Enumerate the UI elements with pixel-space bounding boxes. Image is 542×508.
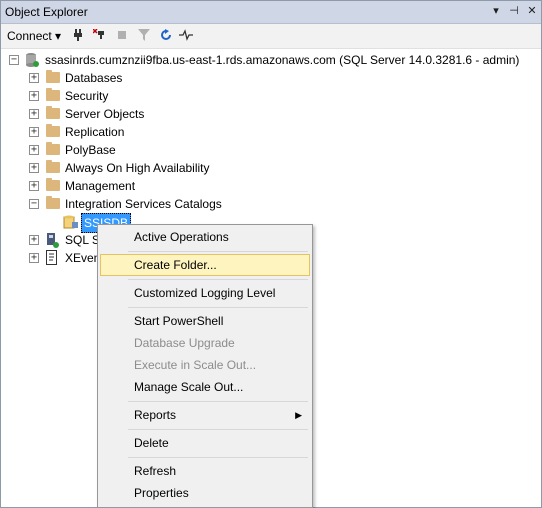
- collapse-icon[interactable]: −: [9, 55, 19, 65]
- menu-item-create-folder[interactable]: Create Folder...: [100, 254, 310, 276]
- connect-icon[interactable]: [71, 28, 85, 42]
- menu-item-manage-scale-out[interactable]: Manage Scale Out...: [100, 376, 310, 398]
- panel-titlebar: Object Explorer ▾ ⊣ ✕: [1, 1, 541, 24]
- panel-title: Object Explorer: [5, 5, 88, 19]
- expand-icon[interactable]: +: [29, 163, 39, 173]
- tree-node-replication[interactable]: + Replication: [1, 123, 541, 141]
- expand-icon[interactable]: +: [29, 253, 39, 263]
- tree-node-label: Integration Services Catalogs: [65, 197, 222, 211]
- folder-icon: [46, 106, 60, 119]
- stop-icon[interactable]: [115, 28, 129, 42]
- tree-node-label: Databases: [65, 71, 123, 85]
- context-menu: Active Operations Create Folder... Custo…: [97, 224, 313, 508]
- tree-node-polybase[interactable]: + PolyBase: [1, 141, 541, 159]
- xevent-label: XEven: [65, 251, 101, 265]
- auto-hide-pin-icon[interactable]: ⊣: [507, 4, 521, 18]
- menu-item-label: Customized Logging Level: [134, 286, 276, 300]
- disconnect-icon[interactable]: [93, 28, 107, 42]
- tree-node-databases[interactable]: + Databases: [1, 69, 541, 87]
- tree-node-label: Replication: [65, 125, 125, 139]
- close-icon[interactable]: ✕: [525, 4, 539, 18]
- tree-node-server-objects[interactable]: + Server Objects: [1, 105, 541, 123]
- expand-icon[interactable]: +: [29, 73, 39, 83]
- menu-item-label: Refresh: [134, 464, 177, 478]
- menu-item-active-operations[interactable]: Active Operations: [100, 226, 310, 248]
- xevent-profiler-icon: [46, 250, 58, 266]
- menu-item-label: Start PowerShell: [134, 314, 224, 328]
- folder-icon: [46, 124, 60, 137]
- menu-item-database-upgrade: Database Upgrade: [100, 332, 310, 354]
- menu-item-label: Create Folder...: [134, 258, 217, 272]
- menu-separator: [128, 401, 308, 402]
- tree-node-security[interactable]: + Security: [1, 87, 541, 105]
- connect-dropdown-button[interactable]: Connect ▾: [7, 29, 61, 43]
- menu-item-label: Reports: [134, 408, 177, 422]
- tree-node-management[interactable]: + Management: [1, 177, 541, 195]
- menu-separator: [128, 457, 308, 458]
- server-label: ssasinrds.cumznzii9fba.us-east-1.rds.ama…: [45, 53, 520, 67]
- expand-icon[interactable]: +: [29, 109, 39, 119]
- submenu-arrow-icon: ▶: [295, 410, 302, 420]
- window-position-icon[interactable]: ▾: [489, 4, 503, 18]
- menu-item-refresh[interactable]: Refresh: [100, 460, 310, 482]
- folder-icon: [46, 88, 60, 101]
- menu-separator: [128, 429, 308, 430]
- collapse-icon[interactable]: −: [29, 199, 39, 209]
- tree-server-node[interactable]: − ssasinrds.cumznzii9fba.us-east-1.rds.a…: [1, 51, 541, 69]
- menu-item-delete[interactable]: Delete: [100, 432, 310, 454]
- folder-icon: [46, 178, 60, 191]
- tree-node-integration-services[interactable]: − Integration Services Catalogs: [1, 195, 541, 213]
- folder-icon: [46, 160, 60, 173]
- expand-icon[interactable]: +: [29, 235, 39, 245]
- tree-node-label: Server Objects: [65, 107, 145, 121]
- menu-item-start-powershell[interactable]: Start PowerShell: [100, 310, 310, 332]
- menu-item-label: Properties: [134, 486, 189, 500]
- menu-item-label: Delete: [134, 436, 169, 450]
- refresh-icon[interactable]: [159, 28, 173, 42]
- filter-icon[interactable]: [137, 28, 151, 42]
- expand-icon[interactable]: +: [29, 181, 39, 191]
- expand-icon[interactable]: +: [29, 91, 39, 101]
- folder-icon: [46, 142, 60, 155]
- menu-item-label: Active Operations: [134, 230, 229, 244]
- menu-separator: [128, 251, 308, 252]
- expand-icon[interactable]: +: [29, 127, 39, 137]
- tree-node-always-on[interactable]: + Always On High Availability: [1, 159, 541, 177]
- menu-item-label: Database Upgrade: [134, 336, 235, 350]
- ssis-catalog-icon: [63, 215, 79, 229]
- menu-item-properties[interactable]: Properties: [100, 482, 310, 504]
- tree-node-label: Always On High Availability: [65, 161, 210, 175]
- menu-item-reports[interactable]: Reports ▶: [100, 404, 310, 426]
- object-explorer-panel: Object Explorer ▾ ⊣ ✕ Connect ▾ − ssasin…: [0, 0, 542, 508]
- menu-item-label: Manage Scale Out...: [134, 380, 244, 394]
- folder-icon: [46, 70, 60, 83]
- folder-icon: [46, 196, 60, 209]
- menu-item-label: Execute in Scale Out...: [134, 358, 257, 372]
- sql-agent-icon: [45, 232, 59, 248]
- menu-item-customized-logging-level[interactable]: Customized Logging Level: [100, 282, 310, 304]
- menu-separator: [128, 307, 308, 308]
- toolbar: Connect ▾: [1, 24, 541, 49]
- expand-icon[interactable]: +: [29, 145, 39, 155]
- tree-node-label: Management: [65, 179, 136, 193]
- tree-node-label: PolyBase: [65, 143, 116, 157]
- server-icon: [25, 52, 39, 68]
- activity-monitor-icon[interactable]: [179, 28, 193, 42]
- menu-separator: [128, 279, 308, 280]
- menu-item-execute-in-scale-out: Execute in Scale Out...: [100, 354, 310, 376]
- tree-node-label: Security: [65, 89, 109, 103]
